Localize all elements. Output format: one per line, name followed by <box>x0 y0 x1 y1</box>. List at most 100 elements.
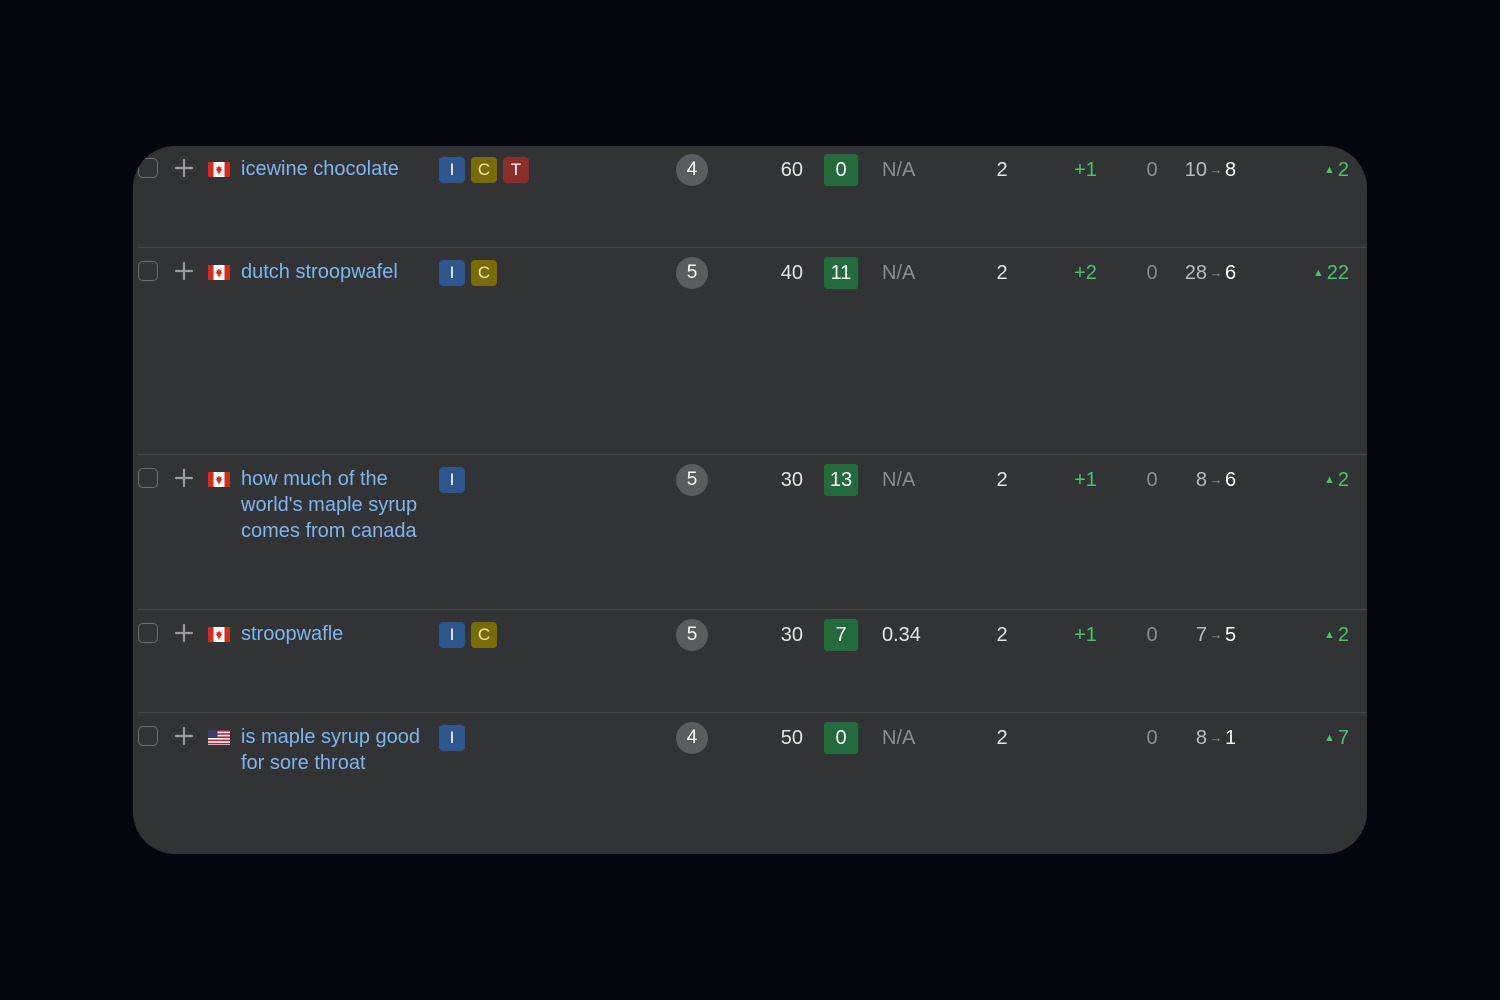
rank-from: 8 <box>1195 727 1207 749</box>
rank-change: 28 → 6 <box>1173 259 1253 287</box>
table-row: dutch stroopwafel I C 5 40 11 N/A 2 +2 0… <box>133 249 1367 455</box>
plus-icon[interactable] <box>174 158 194 178</box>
cpc-value: 0.34 <box>882 624 921 646</box>
rank-change: 10 → 8 <box>1173 156 1253 184</box>
score-badge: 13 <box>824 464 858 496</box>
row-checkbox[interactable] <box>138 261 158 281</box>
cpc-value: N/A <box>882 262 916 284</box>
plus-icon[interactable] <box>174 623 194 643</box>
rank-to: 1 <box>1225 727 1237 749</box>
table-row: icewine chocolate I C T 4 60 0 N/A 2 +1 … <box>133 146 1367 248</box>
cpc-value: N/A <box>882 159 916 181</box>
keyword-link[interactable]: is maple syrup good for sore throat <box>241 724 426 776</box>
rank-to: 6 <box>1225 262 1237 284</box>
table-row: how much of the world's maple syrup come… <box>133 456 1367 610</box>
zero-value: 0 <box>1146 262 1158 284</box>
intent-badge-informational: I <box>439 157 465 183</box>
plus-icon[interactable] <box>174 468 194 488</box>
rank-from: 7 <box>1195 624 1207 646</box>
arrow-right-icon: → <box>1209 162 1223 177</box>
volume-value: 30 <box>780 624 803 646</box>
score-badge: 0 <box>824 722 858 754</box>
rank-to: 5 <box>1225 624 1237 646</box>
us-flag-icon <box>208 730 230 745</box>
triangle-up-icon: ▲ <box>1323 629 1335 641</box>
volume-value: 40 <box>780 262 803 284</box>
intent-badge-commercial: C <box>471 157 497 183</box>
score-badge: 0 <box>824 154 858 186</box>
keyword-link[interactable]: icewine chocolate <box>241 156 426 182</box>
intent-badge-informational: I <box>439 725 465 751</box>
canada-flag-icon <box>208 627 230 642</box>
intent-badge-informational: I <box>439 622 465 648</box>
arrow-right-icon: → <box>1209 730 1223 745</box>
kd-circle: 4 <box>676 154 708 186</box>
rank-from: 28 <box>1184 262 1207 284</box>
kd-circle: 4 <box>676 722 708 754</box>
kd-circle: 5 <box>676 257 708 289</box>
row-divider <box>137 609 1367 610</box>
gain-value <box>1058 724 1113 752</box>
rank-change: 8 → 1 <box>1173 724 1253 752</box>
intent-badges: I <box>439 467 465 493</box>
table-row: is maple syrup good for sore throat I 4 … <box>133 714 1367 854</box>
zero-value: 0 <box>1146 469 1158 491</box>
arrow-right-icon: → <box>1209 627 1223 642</box>
row-divider <box>137 247 1367 248</box>
volume-value: 30 <box>780 469 803 491</box>
intent-badges: I C <box>439 622 497 648</box>
volume-value: 50 <box>780 727 803 749</box>
rank-change: 7 → 5 <box>1173 621 1253 649</box>
intent-badge-informational: I <box>439 467 465 493</box>
trend-value: 22 <box>1326 262 1349 284</box>
trend-indicator: ▲ 2 <box>1324 466 1349 494</box>
intent-badge-commercial: C <box>471 622 497 648</box>
intent-badge-commercial: C <box>471 260 497 286</box>
volume-value: 60 <box>780 159 803 181</box>
triangle-up-icon: ▲ <box>1312 267 1324 279</box>
kd-circle: 5 <box>676 464 708 496</box>
rank-to: 6 <box>1225 469 1237 491</box>
row-checkbox[interactable] <box>138 623 158 643</box>
row-divider <box>137 712 1367 713</box>
competition-value: 2 <box>996 469 1008 491</box>
triangle-up-icon: ▲ <box>1323 474 1335 486</box>
competition-value: 2 <box>996 624 1008 646</box>
intent-badge-transactional: T <box>503 157 529 183</box>
zero-value: 0 <box>1146 159 1158 181</box>
plus-icon[interactable] <box>174 261 194 281</box>
keyword-link[interactable]: stroopwafle <box>241 621 426 647</box>
cpc-value: N/A <box>882 469 916 491</box>
intent-badges: I C <box>439 260 497 286</box>
rank-from: 10 <box>1184 159 1207 181</box>
canada-flag-icon <box>208 162 230 177</box>
score-badge: 7 <box>824 619 858 651</box>
keyword-link[interactable]: how much of the world's maple syrup come… <box>241 466 426 544</box>
table-row: stroopwafle I C 5 30 7 0.34 2 +1 0 7 → 5… <box>133 611 1367 713</box>
competition-value: 2 <box>996 159 1008 181</box>
gain-value: +1 <box>1074 469 1097 491</box>
zero-value: 0 <box>1146 727 1158 749</box>
row-checkbox[interactable] <box>138 158 158 178</box>
rank-from: 8 <box>1195 469 1207 491</box>
row-divider <box>137 454 1367 455</box>
plus-icon[interactable] <box>174 726 194 746</box>
kd-circle: 5 <box>676 619 708 651</box>
competition-value: 2 <box>996 262 1008 284</box>
trend-indicator: ▲ 22 <box>1313 259 1349 287</box>
trend-indicator: ▲ 2 <box>1324 156 1349 184</box>
row-checkbox[interactable] <box>138 468 158 488</box>
arrow-right-icon: → <box>1209 472 1223 487</box>
keyword-link[interactable]: dutch stroopwafel <box>241 259 426 285</box>
rank-to: 8 <box>1225 159 1237 181</box>
cpc-value: N/A <box>882 727 916 749</box>
competition-value: 2 <box>996 727 1008 749</box>
gain-value: +2 <box>1074 262 1097 284</box>
triangle-up-icon: ▲ <box>1323 164 1335 176</box>
intent-badges: I C T <box>439 157 529 183</box>
row-checkbox[interactable] <box>138 726 158 746</box>
gain-value: +1 <box>1074 159 1097 181</box>
score-badge: 11 <box>824 257 858 289</box>
keyword-table: icewine chocolate I C T 4 60 0 N/A 2 +1 … <box>133 146 1367 854</box>
canada-flag-icon <box>208 265 230 280</box>
